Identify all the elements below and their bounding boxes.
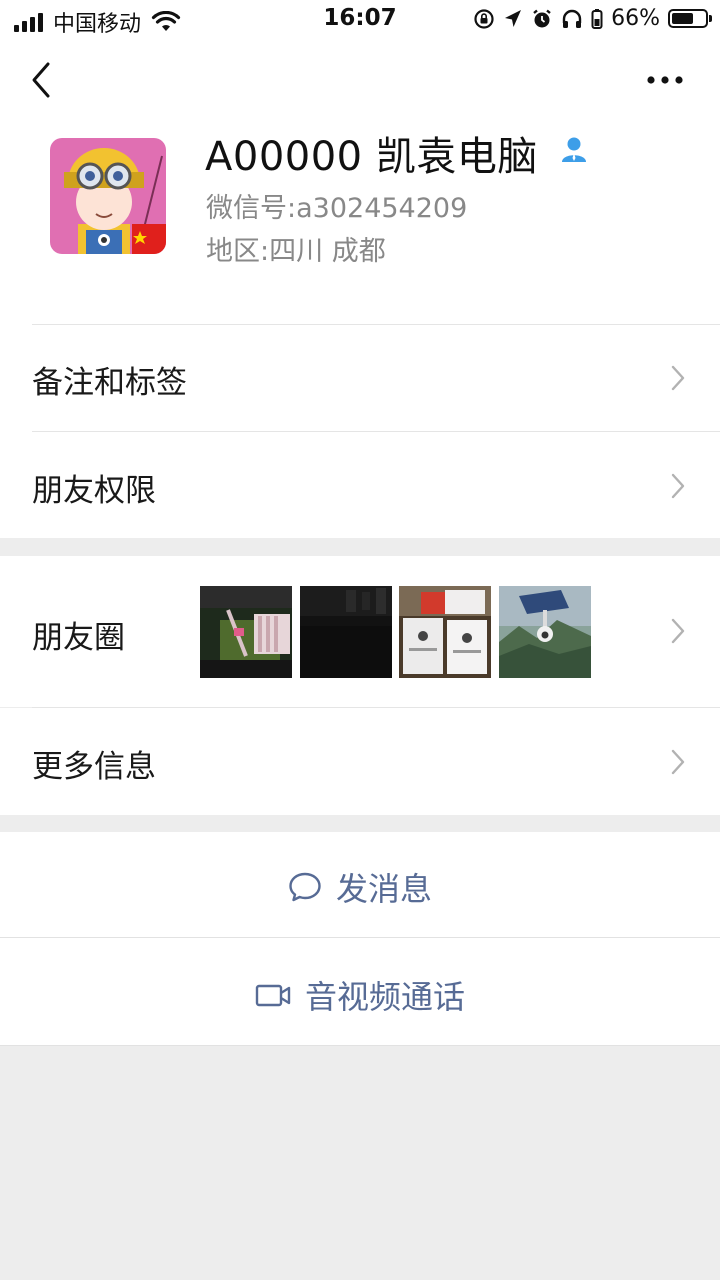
chevron-right-icon: [671, 618, 685, 644]
region-value: 四川 成都: [269, 236, 386, 267]
avatar[interactable]: [50, 138, 166, 254]
wechat-id-value: a302454209: [296, 193, 468, 224]
more-info-label: 更多信息: [32, 749, 156, 785]
wechat-id-line: 微信号:a302454209: [206, 186, 467, 225]
moments-label: 朋友圈: [32, 620, 125, 656]
chat-bubble-icon: [289, 872, 321, 902]
friend-permissions-row[interactable]: 朋友权限: [0, 432, 720, 538]
video-call-button[interactable]: 音视频通话: [0, 938, 720, 1045]
chevron-right-icon: [671, 365, 685, 391]
moments-photo-thumbnail[interactable]: [200, 586, 292, 678]
more-info-row[interactable]: 更多信息: [0, 708, 720, 815]
status-right: 66%: [473, 6, 712, 31]
friend-permissions-label: 朋友权限: [32, 473, 156, 509]
chevron-right-icon: [671, 749, 685, 775]
more-dots-icon[interactable]: [645, 68, 685, 92]
moments-photo-thumbnail[interactable]: [499, 586, 591, 678]
video-call-content: 音视频通话: [0, 972, 720, 1018]
region-line: 地区:四川 成都: [206, 229, 386, 268]
battery-icon: [668, 9, 712, 28]
alarm-clock-icon: [533, 9, 551, 27]
remark-tags-row[interactable]: 备注和标签: [0, 325, 720, 431]
contact-name: A00000 凯袁电脑: [205, 134, 538, 180]
send-message-content: 发消息: [0, 864, 720, 910]
action-divider-bottom: [0, 1045, 720, 1046]
video-call-label: 音视频通话: [304, 978, 465, 1016]
battery-percentage: 66%: [611, 6, 660, 31]
region-label: 地区:: [206, 236, 270, 267]
status-bar: 中国移动 16:07 66%: [0, 0, 720, 40]
remark-tags-label: 备注和标签: [32, 365, 187, 401]
contact-person-icon: [562, 137, 586, 162]
contact-profile-page: 中国移动 16:07 66% A00000 凯袁电脑 微信号:a30245420…: [0, 0, 720, 1280]
video-camera-icon: [255, 984, 291, 1007]
headphones-icon: [562, 9, 582, 28]
wechat-id-label: 微信号:: [206, 193, 297, 224]
send-message-button[interactable]: 发消息: [0, 832, 720, 937]
chevron-right-icon: [671, 473, 685, 499]
profile-header-section: 中国移动 16:07 66% A00000 凯袁电脑 微信号:a30245420…: [0, 0, 720, 538]
back-chevron-icon[interactable]: [26, 60, 60, 100]
avatar-illustration-icon: [50, 138, 166, 254]
send-message-label: 发消息: [335, 870, 432, 908]
moments-photo-thumbnail[interactable]: [399, 586, 491, 678]
moments-photo-thumbnail[interactable]: [300, 586, 392, 678]
rotation-lock-icon: [474, 8, 494, 29]
battery-small-icon: [591, 8, 603, 29]
location-arrow-icon: [505, 9, 522, 27]
